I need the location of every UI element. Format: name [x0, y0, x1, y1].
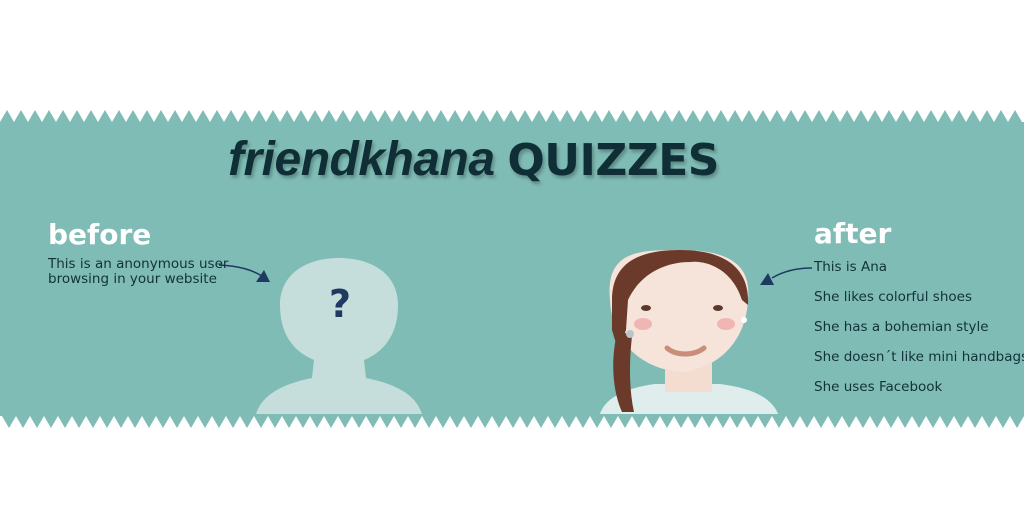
trait-item: This is Ana	[814, 259, 888, 275]
trait-item: She doesn´t like mini handbags	[814, 349, 1024, 365]
after-heading: after	[814, 217, 892, 250]
page-title: friendkhana QUIZZES	[228, 132, 719, 189]
question-mark-icon: ?	[328, 282, 352, 326]
trait-item: She has a bohemian style	[814, 319, 989, 335]
product-name: QUIZZES	[507, 135, 719, 186]
brand-name: friendkhana	[228, 133, 495, 186]
before-caption-line2: browsing in your website	[48, 271, 217, 287]
before-caption-line1: This is an anonymous user	[48, 256, 229, 272]
before-heading: before	[48, 218, 152, 251]
trait-item: She likes colorful shoes	[814, 289, 972, 305]
trait-item: She uses Facebook	[814, 379, 943, 395]
